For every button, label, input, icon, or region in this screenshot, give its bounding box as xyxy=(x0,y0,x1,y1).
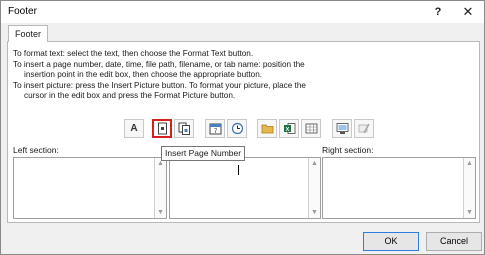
cancel-button[interactable]: Cancel xyxy=(426,232,482,251)
scroll-up-icon: ▲ xyxy=(311,160,318,167)
window-title: Footer xyxy=(8,6,37,17)
insert-time-button[interactable] xyxy=(227,119,247,138)
insert-number-of-pages-button[interactable] xyxy=(174,119,194,138)
tab-footer[interactable]: Footer xyxy=(8,25,48,42)
scroll-down-icon: ▼ xyxy=(466,209,473,216)
center-section-scrollbar[interactable]: ▲ ▼ xyxy=(308,158,320,218)
instruction-line: cursor in the edit box and press the For… xyxy=(24,91,236,101)
insert-page-number-tooltip: Insert Page Number xyxy=(161,146,246,161)
right-section-label: Right section: xyxy=(322,145,374,155)
instruction-line: To format text: select the text, then ch… xyxy=(13,49,254,58)
insert-sheet-name-button[interactable] xyxy=(301,119,321,138)
format-picture-icon xyxy=(358,123,370,134)
left-section-label: Left section: xyxy=(13,145,59,155)
title-bar: Footer ? ✕ xyxy=(1,1,484,23)
insert-picture-button[interactable] xyxy=(332,119,352,138)
footer-panel: To format text: select the text, then ch… xyxy=(7,41,480,223)
close-button[interactable]: ✕ xyxy=(459,3,477,21)
footer-dialog: Footer ? ✕ Footer To format text: select… xyxy=(0,0,485,255)
scroll-up-icon: ▲ xyxy=(466,160,473,167)
number-of-pages-icon xyxy=(178,122,190,135)
insert-date-button[interactable]: 7 xyxy=(205,119,225,138)
clock-icon xyxy=(231,122,243,135)
instructions: To format text: select the text, then ch… xyxy=(13,49,333,102)
instruction-line: To insert a page number, date, time, fil… xyxy=(13,59,305,69)
instruction-line: To insert picture: press the Insert Pict… xyxy=(13,80,306,90)
calendar-icon: 7 xyxy=(209,123,221,135)
center-section-input[interactable]: ▲ ▼ xyxy=(169,157,321,219)
insert-page-number-button[interactable] xyxy=(152,119,172,138)
insert-file-name-button[interactable]: X xyxy=(279,119,299,138)
format-text-icon: A xyxy=(130,123,138,134)
insert-file-path-button[interactable] xyxy=(257,119,277,138)
svg-text:X: X xyxy=(285,127,289,133)
left-section-input[interactable]: ▲ ▼ xyxy=(13,157,167,219)
scroll-down-icon: ▼ xyxy=(157,209,164,216)
ok-button[interactable]: OK xyxy=(363,232,419,251)
instruction-line: insertion point in the edit box, then ch… xyxy=(24,70,263,80)
picture-icon xyxy=(336,123,348,134)
help-button[interactable]: ? xyxy=(429,3,447,21)
sheet-icon xyxy=(305,123,317,134)
right-section-input[interactable]: ▲ ▼ xyxy=(322,157,476,219)
left-section-scrollbar[interactable]: ▲ ▼ xyxy=(154,158,166,218)
format-picture-button[interactable] xyxy=(354,119,374,138)
page-number-icon xyxy=(157,122,167,135)
scroll-up-icon: ▲ xyxy=(157,160,164,167)
right-section-scrollbar[interactable]: ▲ ▼ xyxy=(463,158,475,218)
excel-file-icon: X xyxy=(283,123,295,134)
scroll-down-icon: ▼ xyxy=(311,209,318,216)
text-cursor xyxy=(238,165,239,175)
folder-icon xyxy=(261,124,273,134)
format-text-button[interactable]: A xyxy=(124,119,144,138)
